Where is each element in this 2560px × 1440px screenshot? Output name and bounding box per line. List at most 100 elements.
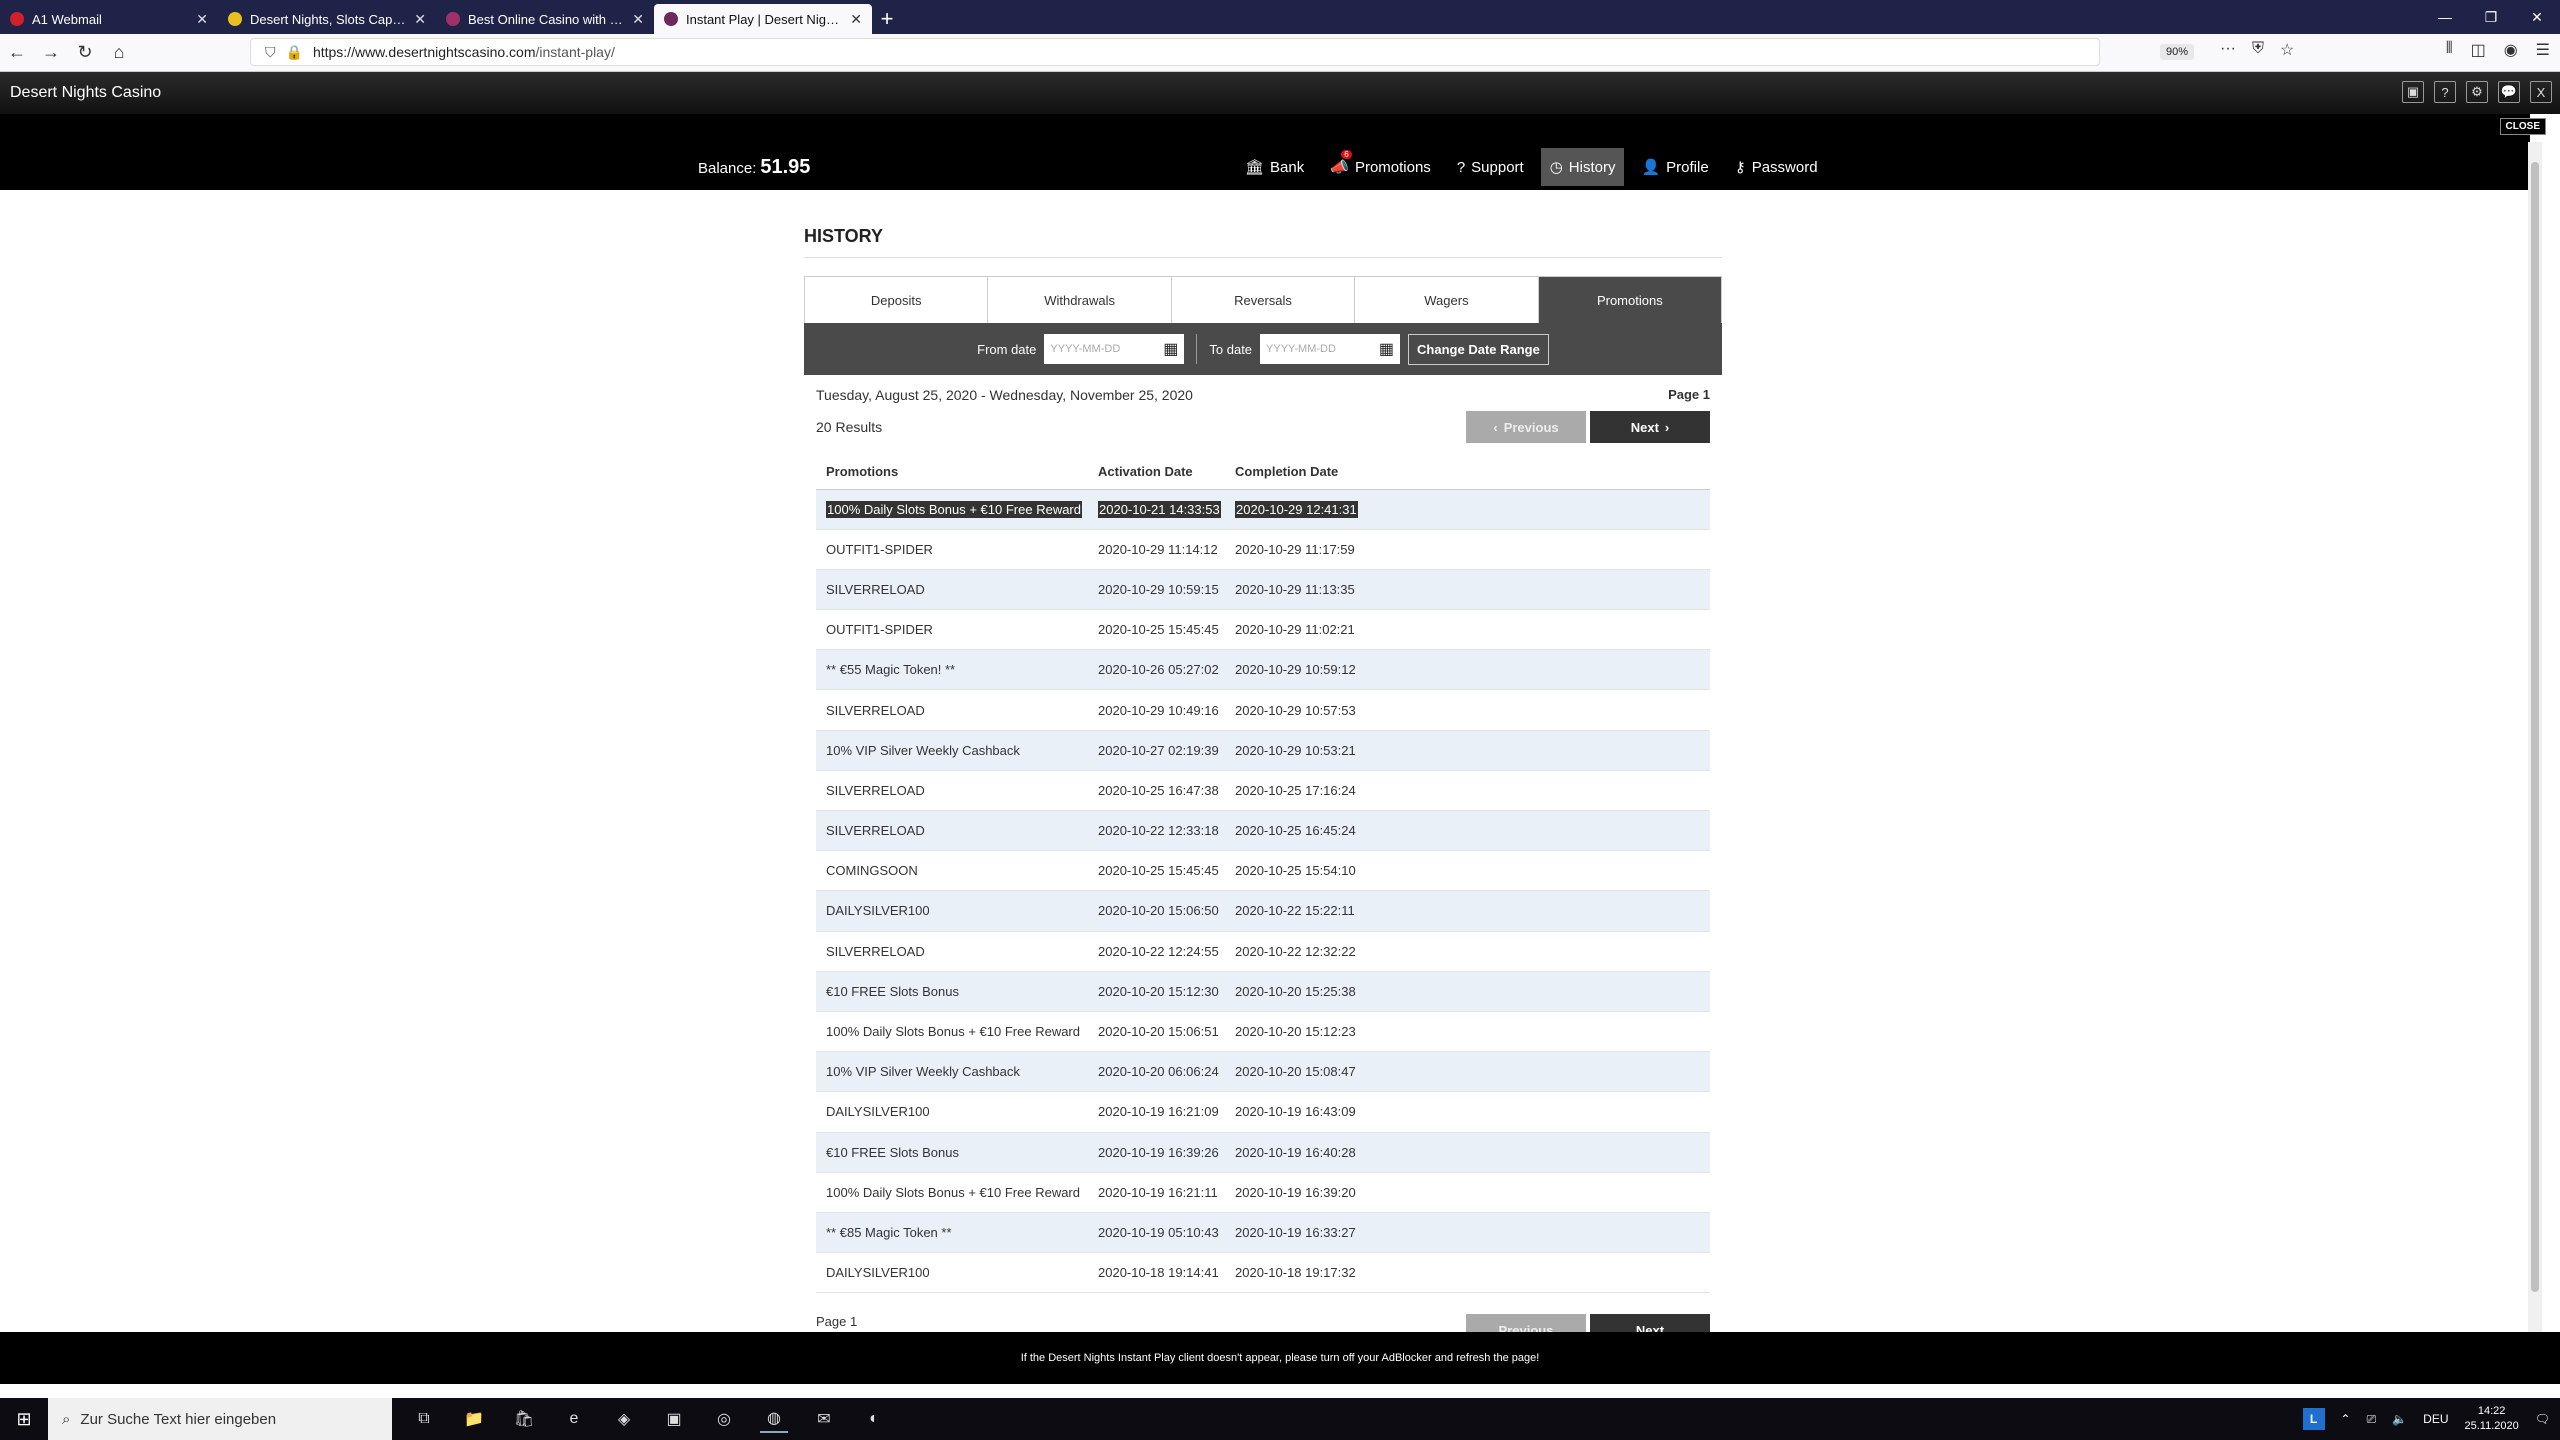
table-cell: SILVERRELOAD <box>816 569 1088 611</box>
table-row[interactable]: 100% Daily Slots Bonus + €10 Free Reward… <box>816 1011 1710 1053</box>
table-row[interactable]: SILVERRELOAD 2020-10-29 10:49:16 2020-10-2… <box>816 689 1710 731</box>
tab-reversals[interactable]: Reversals <box>1171 277 1356 323</box>
help-icon[interactable]: ? <box>2434 81 2456 103</box>
table-row[interactable]: DAILYSILVER100 2020-10-19 16:21:09 2020-10… <box>816 1091 1710 1133</box>
close-button[interactable]: CLOSE <box>2499 118 2546 135</box>
store-icon[interactable]: 🛍 <box>510 1405 538 1433</box>
nav-bank[interactable]: 🏛 Bank <box>1236 148 1313 186</box>
chat-icon[interactable]: 💬 <box>2498 81 2520 103</box>
table-cell: 2020-10-20 06:06:24 <box>1088 1051 1225 1093</box>
close-tab-icon[interactable]: ✕ <box>850 11 862 28</box>
table-row[interactable]: SILVERRELOAD 2020-10-25 16:47:38 2020-10-2… <box>816 770 1710 812</box>
nav-history[interactable]: ◷ History <box>1540 148 1625 186</box>
tab-wagers[interactable]: Wagers <box>1355 277 1539 323</box>
change-date-range-button[interactable]: Change Date Range <box>1408 333 1549 365</box>
file-explorer-icon[interactable]: 📁 <box>460 1405 488 1433</box>
app-icon[interactable]: ◐ <box>860 1405 888 1433</box>
cashier-icon[interactable]: ▣ <box>2402 81 2424 103</box>
bookmark-star-icon[interactable]: ☆ <box>2280 40 2294 60</box>
windows-start-icon[interactable]: ⊞ <box>0 1398 48 1440</box>
next-button[interactable]: Next › <box>1590 411 1710 443</box>
table-row[interactable]: OUTFIT1-SPIDER 2020-10-29 11:14:12 2020-10… <box>816 529 1710 570</box>
sidebar-icon[interactable]: ◫ <box>2471 40 2486 60</box>
taskbar-search[interactable]: ⌕ Zur Suche Text hier eingeben <box>48 1398 392 1440</box>
nav-label: Profile <box>1666 158 1709 176</box>
edge-icon[interactable]: e <box>560 1405 588 1433</box>
close-tab-icon[interactable]: ✕ <box>414 11 426 28</box>
chevron-up-icon[interactable]: ⌃ <box>2341 1412 2351 1426</box>
mail-icon[interactable]: ✉ <box>810 1405 838 1433</box>
browser-tab[interactable]: Best Online Casino with 250% & ✕ <box>436 4 654 34</box>
previous-button[interactable]: ‹ Previous <box>1466 411 1586 443</box>
nav-promotions[interactable]: 📣 6 Promotions <box>1321 148 1440 186</box>
table-row[interactable]: €10 FREE Slots Bonus 2020-10-20 15:12:30 2… <box>816 971 1710 1012</box>
url-bar[interactable]: ⛉ 🔒 https://www.desertnightscasino.com/i… <box>250 38 2100 66</box>
app-icon[interactable]: ◈ <box>610 1405 638 1433</box>
home-icon[interactable]: ⌂ <box>102 37 136 69</box>
app-l-icon[interactable]: L <box>2302 1408 2325 1430</box>
chrome-icon[interactable]: ◎ <box>710 1405 738 1433</box>
browser-tab[interactable]: A1 Webmail ✕ <box>0 4 218 34</box>
forward-icon[interactable]: → <box>34 37 68 69</box>
tab-promotions[interactable]: Promotions <box>1538 277 1722 323</box>
restore-icon[interactable]: ❐ <box>2468 0 2514 34</box>
app-icon[interactable]: ▣ <box>660 1405 688 1433</box>
nav-profile[interactable]: 👤 Profile <box>1632 148 1717 186</box>
more-icon[interactable]: ··· <box>2220 40 2236 60</box>
pocket-icon[interactable]: ⛨ <box>2252 40 2264 60</box>
firefox-icon[interactable]: ◍ <box>760 1405 788 1433</box>
from-date-input[interactable]: YYYY-MM-DD ▦ <box>1044 334 1185 364</box>
calendar-icon[interactable]: ▦ <box>1163 339 1178 359</box>
previous-button-bottom[interactable]: Previous <box>1466 1314 1586 1332</box>
table-row[interactable]: ** €55 Magic Token! ** 2020-10-26 05:27:0… <box>816 649 1710 691</box>
table-row[interactable]: DAILYSILVER100 2020-10-18 19:14:41 2020-10… <box>816 1252 1710 1294</box>
library-icon[interactable]: ⫴ <box>2446 40 2453 60</box>
network-icon[interactable]: ⎚ <box>2367 1412 2377 1427</box>
table-row[interactable]: SILVERRELOAD 2020-10-22 12:33:18 2020-10-2… <box>816 810 1710 852</box>
notifications-icon[interactable]: 🗨 <box>2535 1412 2550 1426</box>
task-view-icon[interactable]: ⧉ <box>410 1405 438 1433</box>
browser-tab[interactable]: Instant Play | Desert Nights Ca ✕ <box>654 4 872 34</box>
column-header[interactable]: Activation Date <box>1088 455 1225 490</box>
volume-icon[interactable]: 🔈 <box>2392 1412 2407 1426</box>
table-row[interactable]: COMINGSOON 2020-10-25 15:45:45 2020-10-25 … <box>816 850 1710 892</box>
table-row[interactable]: SILVERRELOAD 2020-10-22 12:24:55 2020-10-2… <box>816 931 1710 972</box>
back-icon[interactable]: ← <box>0 37 34 69</box>
clock[interactable]: 14:22 25.11.2020 <box>2465 1404 2519 1434</box>
table-row[interactable]: DAILYSILVER100 2020-10-20 15:06:50 2020-10… <box>816 890 1710 932</box>
bank-icon: 🏛 <box>1245 159 1265 176</box>
tab-deposits[interactable]: Deposits <box>805 277 989 323</box>
table-row[interactable]: 100% Daily Slots Bonus + €10 Free Reward… <box>816 489 1710 530</box>
close-window-icon[interactable]: ✕ <box>2514 0 2560 34</box>
close-tab-icon[interactable]: ✕ <box>196 11 208 28</box>
table-row[interactable]: SILVERRELOAD 2020-10-29 10:59:15 2020-10-2… <box>816 569 1710 611</box>
minimize-icon[interactable]: — <box>2422 0 2468 34</box>
column-header[interactable]: Completion Date <box>1225 455 1710 490</box>
table-row[interactable]: 10% VIP Silver Weekly Cashback 2020-10-20… <box>816 1051 1710 1093</box>
scrollbar-thumb[interactable] <box>2531 162 2539 1292</box>
menu-icon[interactable]: ☰ <box>2536 40 2550 60</box>
calendar-icon[interactable]: ▦ <box>1379 339 1394 359</box>
close-tab-icon[interactable]: ✕ <box>632 11 644 28</box>
zoom-badge[interactable]: 90% <box>2160 44 2195 60</box>
table-row[interactable]: ** €85 Magic Token ** 2020-10-19 05:10:43… <box>816 1212 1710 1254</box>
table-row[interactable]: 10% VIP Silver Weekly Cashback 2020-10-27… <box>816 730 1710 771</box>
to-date-input[interactable]: YYYY-MM-DD ▦ <box>1260 334 1401 364</box>
table-row[interactable]: €10 FREE Slots Bonus 2020-10-19 16:39:26 2… <box>816 1132 1710 1173</box>
gear-icon[interactable]: ⚙ <box>2466 81 2488 103</box>
browser-tab[interactable]: Desert Nights, Slots Capital, Bo ✕ <box>218 4 436 34</box>
language-indicator[interactable]: DEU <box>2423 1412 2448 1426</box>
vertical-scrollbar[interactable] <box>2528 142 2542 1332</box>
tab-withdrawals[interactable]: Withdrawals <box>988 277 1172 323</box>
table-cell: DAILYSILVER100 <box>816 1091 1088 1133</box>
nav-support[interactable]: ? Support <box>1448 148 1533 186</box>
exit-icon[interactable]: X <box>2530 81 2552 103</box>
table-row[interactable]: OUTFIT1-SPIDER 2020-10-25 15:45:45 2020-10… <box>816 609 1710 651</box>
table-row[interactable]: 100% Daily Slots Bonus + €10 Free Reward… <box>816 1172 1710 1213</box>
account-icon[interactable]: ◉ <box>2504 40 2518 60</box>
new-tab-icon[interactable]: + <box>872 4 902 34</box>
nav-password[interactable]: ⚷ Password <box>1726 148 1827 186</box>
next-button-bottom[interactable]: Next <box>1590 1314 1710 1332</box>
column-header[interactable]: Promotions <box>816 455 1088 490</box>
reload-icon[interactable]: ↻ <box>68 37 102 69</box>
